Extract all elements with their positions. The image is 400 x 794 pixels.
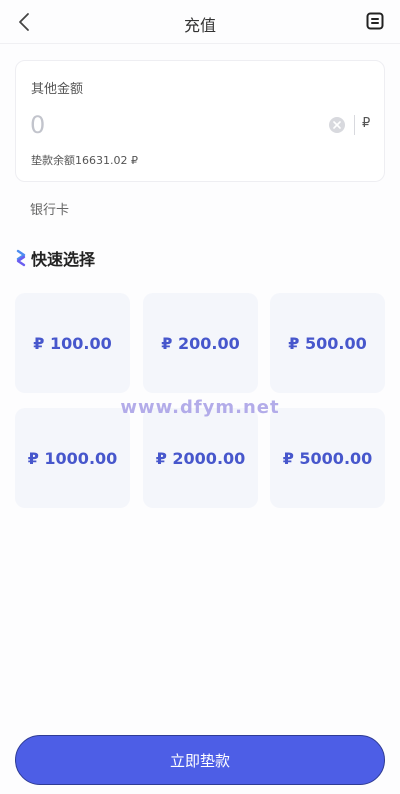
amount-option-500[interactable]: ₽ 500.00 (270, 293, 385, 393)
amount-option-1000[interactable]: ₽ 1000.00 (15, 408, 130, 508)
submit-button[interactable]: 立即垫款 (15, 735, 385, 785)
payment-method[interactable]: 银行卡 (30, 199, 69, 218)
amount-input[interactable] (30, 107, 320, 143)
header: 充值 (0, 0, 400, 44)
amount-option-200[interactable]: ₽ 200.00 (143, 293, 258, 393)
watermark: www.dfym.net (120, 397, 280, 418)
quick-select-label: 快速选择 (31, 250, 96, 269)
clear-button[interactable] (329, 117, 345, 133)
record-icon (366, 12, 384, 30)
balance-text: 垫款余额16631.02 ₽ (31, 154, 138, 167)
amount-card: 其他金额 ₽ 垫款余额16631.02 ₽ (15, 60, 385, 182)
currency-sign: ₽ (362, 116, 371, 131)
page-title: 充值 (183, 16, 216, 35)
brand-icon (16, 249, 26, 267)
amount-option-100[interactable]: ₽ 100.00 (15, 293, 130, 393)
close-icon (333, 121, 341, 129)
quick-select-title: 快速选择 (16, 246, 95, 270)
amount-label: 其他金额 (31, 82, 84, 97)
recharge-page: 充值 其他金额 ₽ 垫款余额16631.02 ₽ 银行卡 快速选择 ₽ 100.… (0, 0, 400, 794)
amount-option-2000[interactable]: ₽ 2000.00 (143, 408, 258, 508)
divider (354, 115, 355, 135)
amount-option-5000[interactable]: ₽ 5000.00 (270, 408, 385, 508)
records-button[interactable] (362, 8, 388, 34)
